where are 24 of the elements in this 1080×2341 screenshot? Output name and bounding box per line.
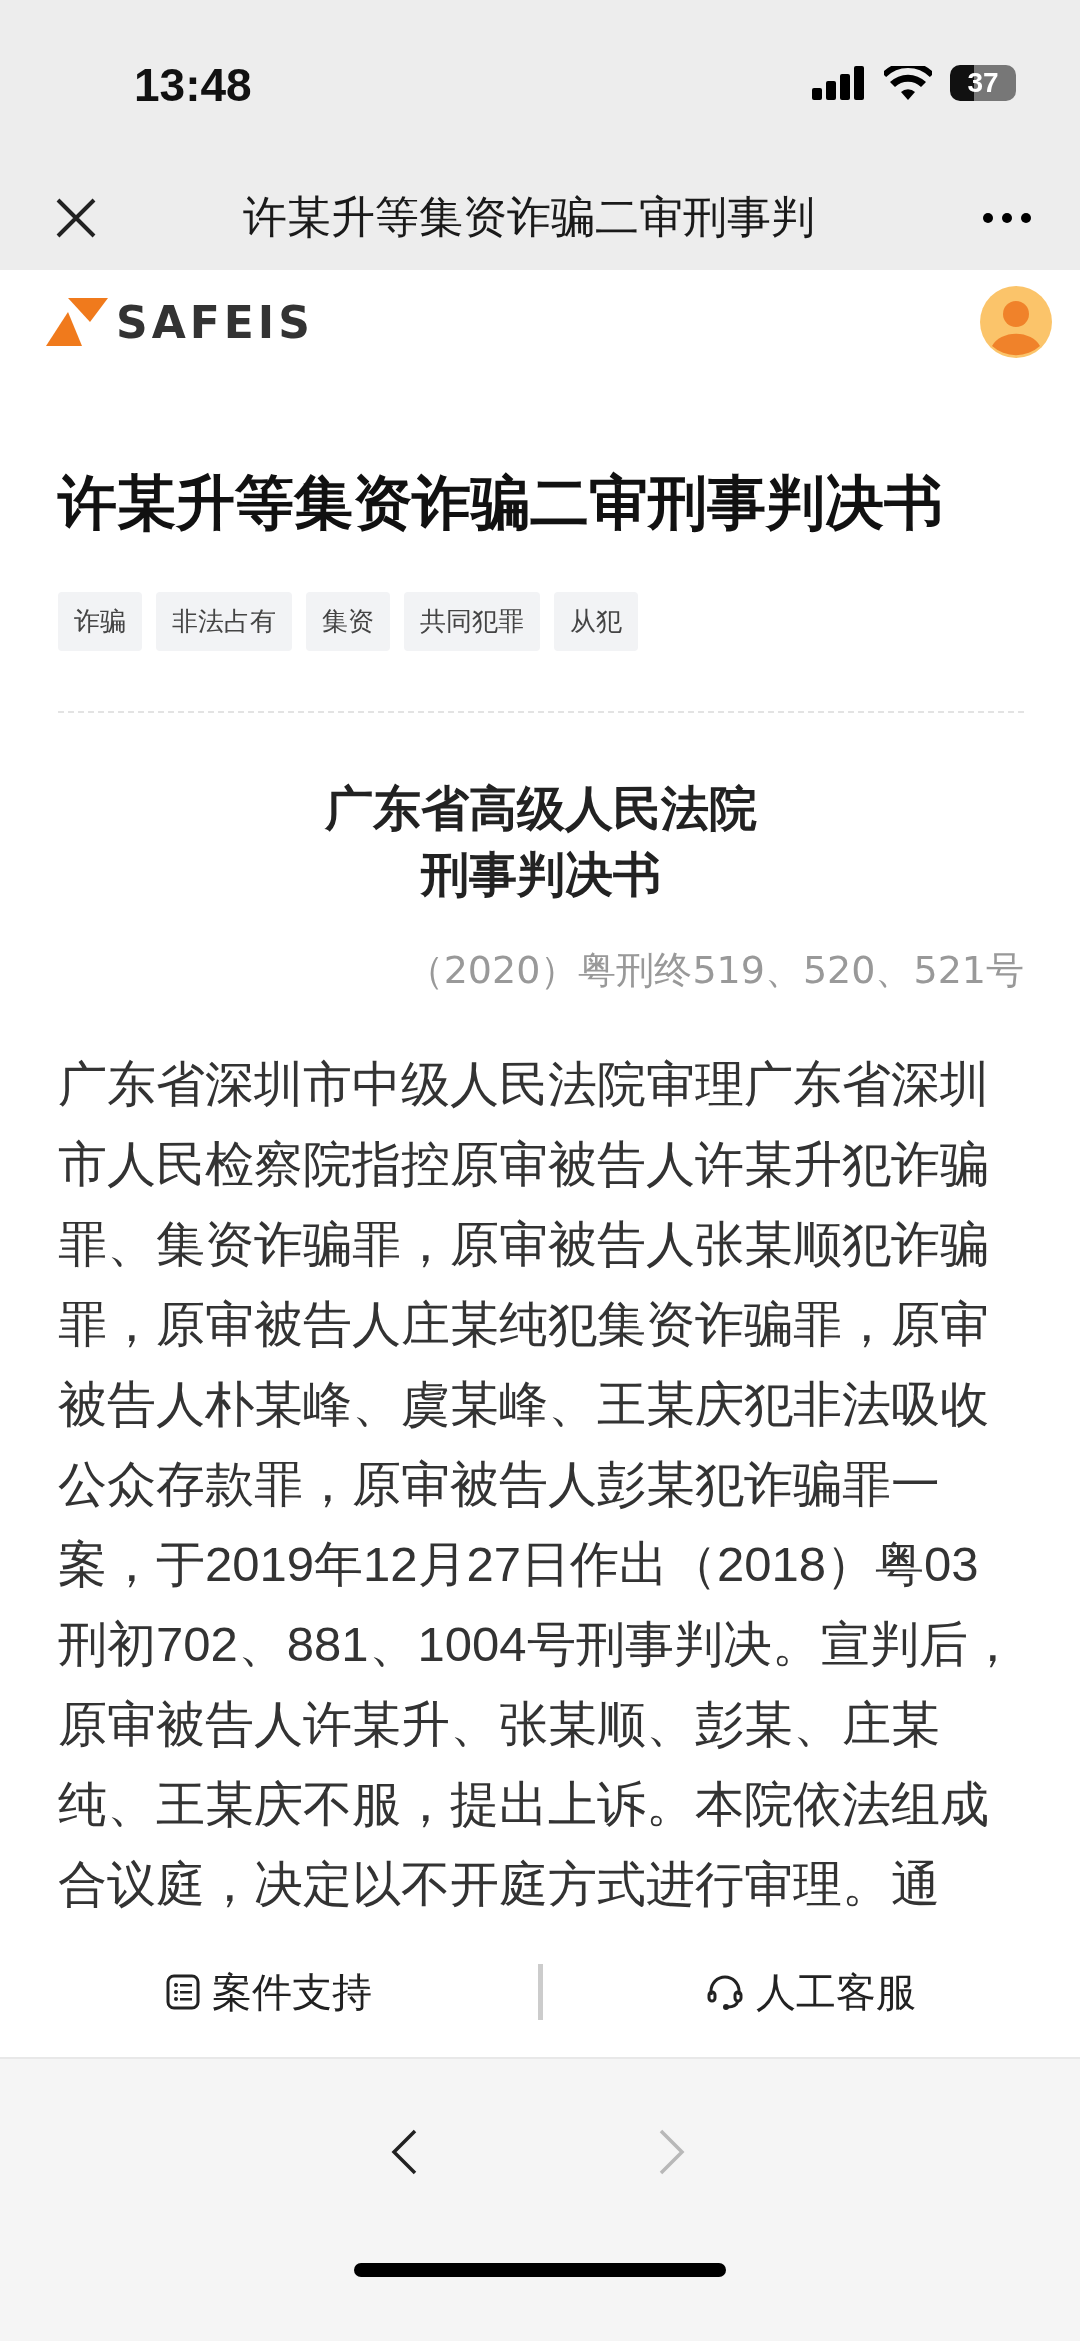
court-name: 广东省高级人民法院 — [324, 779, 758, 838]
tag[interactable]: 诈骗 — [58, 592, 142, 651]
logo-icon — [46, 298, 108, 346]
tag[interactable]: 集资 — [306, 592, 390, 651]
article-title: 许某升等集资诈骗二审刑事判决书 — [58, 467, 944, 539]
judgment-text: 广东省深圳市中级人民法院审理广东省深圳市人民检察院指控原审被告人许某升犯诈骗罪、集资诈骗罪，原审被告人张某顺犯诈骗罪，原审被告人庄某纯犯集资诈骗罪，原审被告人朴某峰、虞某峰、王某庆犯非法吸收公众存款罪，原审被告人彭某犯诈骗罪一案，于2019年12月27日作出（2018）粤03刑初702、881、1004号刑事判决。宣判后，原审被告人许某升、张某顺、彭某、庄某纯、王某庆不服，提出上诉。本院依法组成合议庭，决定以不开庭方式进行审理。通 — [58, 1056, 1018, 1913]
document-type: 刑事判决书 — [419, 845, 662, 904]
list-icon — [165, 1974, 200, 2010]
close-icon[interactable] — [56, 197, 96, 238]
tag[interactable]: 从犯 — [554, 592, 638, 651]
avatar-icon[interactable] — [980, 286, 1052, 358]
case-number: （2020）粤刑终519、520、521号 — [404, 947, 1024, 994]
page-title: 许某升等集资诈骗二审刑事判 — [242, 190, 816, 244]
action-button[interactable]: 人工客服 — [542, 1927, 1080, 2057]
status-time: 13:48 — [134, 57, 252, 112]
headset-icon — [706, 1973, 745, 2011]
back-icon[interactable] — [390, 2129, 418, 2175]
wifi-icon — [884, 65, 932, 100]
tag[interactable]: 共同犯罪 — [404, 592, 540, 651]
more-icon[interactable] — [982, 211, 1032, 224]
signal-icon — [812, 65, 866, 100]
action-button[interactable]: 案件支持 — [0, 1927, 538, 2057]
logo-text: SAFEIS — [116, 296, 314, 348]
tag[interactable]: 非法占有 — [156, 592, 292, 651]
